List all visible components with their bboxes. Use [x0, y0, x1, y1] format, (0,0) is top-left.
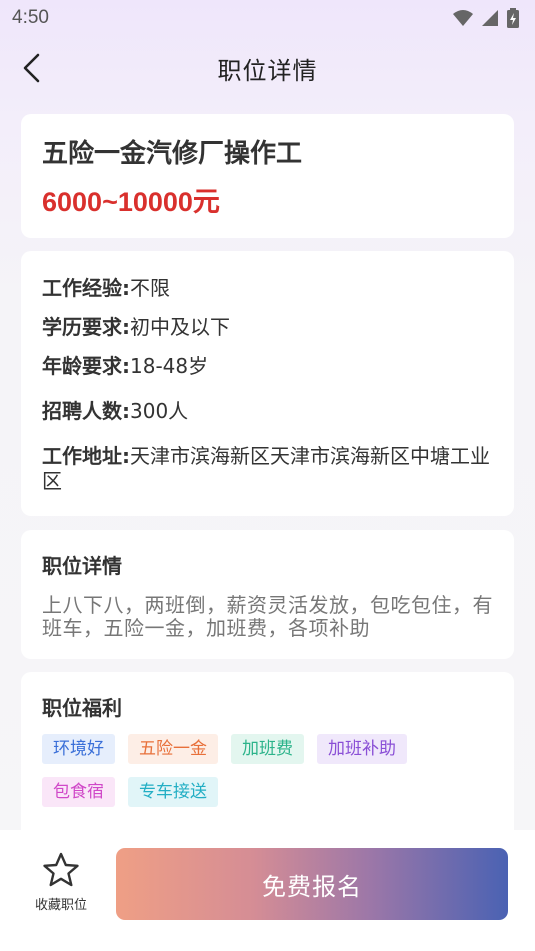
back-button[interactable]: [14, 50, 50, 86]
welfare-tag: 专车接送: [128, 777, 218, 807]
info-value: 初中及以下: [130, 315, 230, 339]
job-description-card: 职位详情 上八下八，两班倒，薪资灵活发放，包吃包住，有班车，五险一金，加班费，各…: [21, 530, 514, 659]
welfare-tag: 五险一金: [128, 734, 218, 764]
info-row-age: 年龄要求: 18-48岁: [42, 353, 493, 379]
welfare-tag: 环境好: [42, 734, 115, 764]
signup-button[interactable]: 免费报名: [116, 848, 508, 920]
welfare-tag: 加班费: [231, 734, 304, 764]
status-time: 4:50: [12, 7, 49, 28]
page-title: 职位详情: [217, 56, 318, 85]
description-text: 上八下八，两班倒，薪资灵活发放，包吃包住，有班车，五险一金，加班费，各项补助: [42, 593, 493, 640]
info-row-headcount: 招聘人数: 300人: [42, 398, 493, 424]
info-value: 300人: [130, 399, 189, 423]
welfare-tag: 加班补助: [317, 734, 407, 764]
job-info-card: 工作经验: 不限 学历要求: 初中及以下 年龄要求: 18-48岁 招聘人数: …: [21, 251, 514, 516]
info-row-address: 工作地址:天津市滨海新区天津市滨海新区中塘工业区: [42, 444, 493, 494]
job-welfare-card: 职位福利 环境好 五险一金 加班费 加班补助 包食宿 专车接送: [21, 672, 514, 842]
info-label: 年龄要求:: [42, 354, 130, 378]
info-label: 工作经验:: [42, 276, 130, 300]
welfare-title: 职位福利: [42, 696, 122, 720]
wifi-icon: [453, 10, 473, 26]
description-title: 职位详情: [42, 554, 122, 578]
favorite-label: 收藏职位: [34, 898, 87, 913]
info-value: 18-48岁: [130, 354, 209, 378]
info-label: 学历要求:: [42, 315, 130, 339]
job-salary: 6000~10000元: [42, 187, 220, 217]
favorite-button[interactable]: 收藏职位: [25, 852, 97, 922]
info-address: 工作地址:天津市滨海新区天津市滨海新区中塘工业区: [42, 444, 493, 494]
welfare-tag: 包食宿: [42, 777, 115, 807]
job-title: 五险一金汽修厂操作工: [42, 139, 303, 169]
star-icon: [43, 852, 79, 887]
status-icons: [453, 8, 519, 28]
info-value: 不限: [130, 276, 170, 300]
battery-icon: [507, 8, 519, 28]
info-row-education: 学历要求: 初中及以下: [42, 314, 493, 340]
status-bar: 4:50: [0, 0, 535, 36]
info-label: 招聘人数:: [42, 399, 130, 423]
nav-bar: 职位详情: [0, 36, 535, 100]
bottom-action-bar: 收藏职位 免费报名: [0, 830, 535, 951]
signal-icon: [482, 10, 498, 26]
chevron-left-icon: [23, 53, 40, 83]
job-header-card: 五险一金汽修厂操作工 6000~10000元: [21, 114, 514, 238]
welfare-tags: 环境好 五险一金 加班费 加班补助 包食宿 专车接送: [42, 734, 462, 807]
info-label: 工作地址:: [42, 444, 130, 468]
info-row-experience: 工作经验: 不限: [42, 275, 493, 301]
